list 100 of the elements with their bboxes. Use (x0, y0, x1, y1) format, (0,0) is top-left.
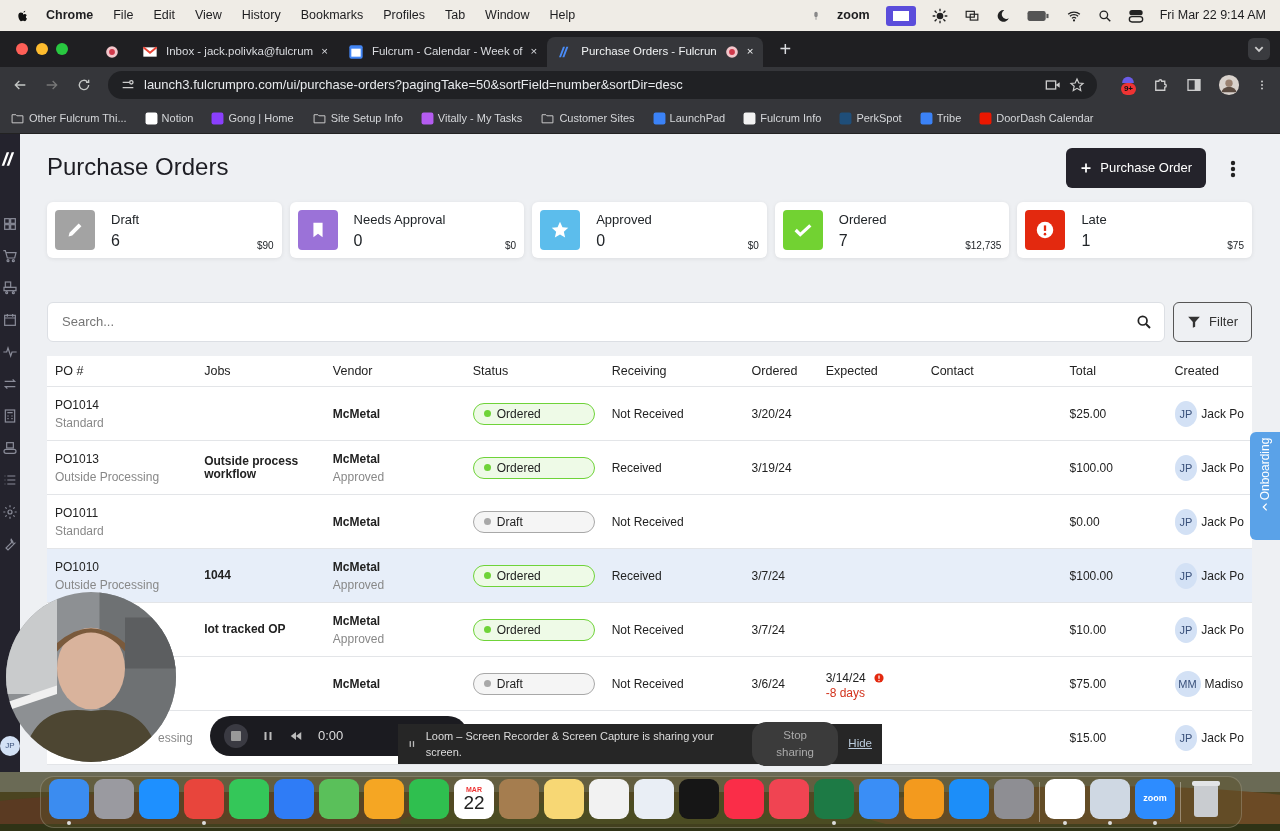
bookmark[interactable]: Gong | Home (211, 109, 294, 127)
moon-icon[interactable] (995, 8, 1010, 23)
status-card[interactable]: Ordered 7 $12,735 (774, 201, 1010, 258)
stop-icon[interactable] (224, 724, 248, 748)
filter-button[interactable]: Filter (1173, 301, 1252, 342)
rewind-icon[interactable] (288, 729, 304, 743)
column-header[interactable]: Receiving (603, 355, 744, 387)
menu-item[interactable]: View (194, 6, 222, 25)
app-icon[interactable] (319, 779, 359, 819)
menu-item[interactable]: Window (485, 6, 530, 25)
bookmark[interactable]: LaunchPad (652, 109, 726, 127)
clock[interactable]: Fri Mar 22 9:14 AM (1159, 6, 1266, 25)
search-input[interactable]: Search... (60, 310, 1137, 333)
camera-icon[interactable] (1044, 77, 1061, 93)
column-header[interactable]: Vendor (324, 355, 465, 387)
battery-icon[interactable] (1025, 8, 1050, 23)
machine-icon[interactable] (2, 280, 18, 296)
search-icon[interactable] (1097, 8, 1112, 23)
star-icon[interactable] (1068, 77, 1085, 93)
pulse-icon[interactable] (2, 344, 18, 360)
column-header[interactable]: PO # (47, 355, 197, 387)
column-header[interactable]: Ordered (743, 355, 818, 387)
column-header[interactable]: Contact (922, 355, 1062, 387)
bookmark[interactable]: Site Setup Info (311, 109, 403, 127)
browser-tab[interactable]: Purchase Orders - Fulcrun × (547, 37, 764, 67)
maximize-button[interactable] (56, 43, 68, 55)
close-button[interactable]: × (530, 43, 538, 61)
menu-item[interactable]: Bookmarks (300, 6, 364, 25)
app-icon[interactable] (229, 779, 269, 819)
calculator-icon[interactable] (2, 408, 18, 424)
chevron-down-icon[interactable] (1248, 38, 1270, 60)
app-name[interactable]: Chrome (46, 6, 94, 25)
status-card[interactable]: Approved 0 $0 (532, 201, 767, 258)
reload-icon[interactable] (76, 77, 92, 93)
close-button[interactable]: × (746, 43, 754, 61)
control-center-icon[interactable] (1127, 7, 1144, 24)
side-panel-icon[interactable] (1186, 77, 1202, 93)
new-purchase-order-button[interactable]: Purchase Order (1066, 148, 1206, 188)
brightness-icon[interactable] (931, 7, 948, 24)
menu-item[interactable]: History (241, 6, 281, 25)
table-row[interactable]: PO1013 Outside Processing Outside process workflow McMetal Approved Ordered Received 3/19/24 $100.00 JP Jack Po (47, 440, 1252, 495)
status-card[interactable]: Draft 6 $90 (47, 201, 282, 258)
app-icon[interactable] (634, 779, 674, 819)
cart-icon[interactable] (2, 248, 18, 264)
minimize-button[interactable] (36, 43, 48, 55)
new-tab-button[interactable]: + (779, 34, 792, 64)
puzzle-icon[interactable] (1152, 76, 1170, 94)
column-header[interactable]: Total (1061, 355, 1167, 387)
bookmark[interactable]: Notion (144, 109, 194, 127)
bookmark[interactable]: Vitally - My Tasks (420, 109, 523, 127)
app-icon[interactable] (409, 779, 449, 819)
menu-item[interactable]: File (113, 6, 134, 25)
bookmark[interactable]: Other Fulcrum Thi... (10, 109, 127, 127)
app-icon[interactable] (364, 779, 404, 819)
table-row[interactable]: PO1010 Outside Processing 1044 McMetal Approved Ordered Received 3/7/24 $100.00 JP Jack Po (47, 548, 1252, 603)
settings-icon[interactable] (2, 504, 18, 520)
wifi-icon[interactable] (1065, 8, 1082, 23)
browser-tab[interactable]: Fulcrum - Calendar - Week of × (337, 37, 548, 67)
bookmark[interactable]: Fulcrum Info (743, 109, 822, 127)
close-button[interactable]: × (321, 43, 328, 61)
menu-item[interactable]: Profiles (383, 6, 425, 25)
search-field[interactable]: Search... (47, 301, 1166, 342)
zoom-status[interactable]: zoom (837, 6, 870, 25)
bookmark[interactable]: PerkSpot (839, 109, 902, 127)
pause-icon[interactable] (262, 729, 274, 743)
bookmark[interactable]: Customer Sites (540, 109, 635, 127)
column-header[interactable]: Jobs (196, 355, 325, 387)
status-card[interactable]: Needs Approval 0 $0 (289, 201, 525, 258)
app-icon[interactable] (544, 779, 584, 819)
screen-share-icon[interactable] (885, 5, 916, 26)
creator-name: Jack Po (1201, 567, 1244, 585)
menu-item[interactable]: Help (549, 6, 576, 25)
column-header[interactable]: Expected (817, 355, 923, 387)
stop-sharing-button[interactable]: Stop sharing (751, 721, 839, 767)
table-row[interactable]: PO1014 Standard McMetal Ordered Not Received 3/20/24 $25.00 JP Jack Po (47, 386, 1252, 441)
display-icon[interactable] (963, 8, 980, 23)
more-icon[interactable] (1230, 159, 1236, 178)
conveyor-icon[interactable] (2, 440, 18, 456)
spark-icon[interactable] (1121, 75, 1136, 83)
bookmark[interactable]: DoorDash Calendar (979, 109, 1094, 127)
app-icon[interactable] (1090, 779, 1130, 819)
status-card[interactable]: Late 1 $75 (1017, 201, 1252, 258)
menu-item[interactable]: Tab (444, 6, 466, 25)
close-button[interactable] (16, 43, 28, 55)
menu-item[interactable]: Edit (153, 6, 175, 25)
column-header[interactable]: Status (464, 355, 604, 387)
column-header[interactable]: Created (1166, 355, 1252, 387)
hide-link[interactable]: Hide (848, 735, 872, 753)
bookmark[interactable]: Tribe (919, 109, 962, 127)
user-avatar[interactable]: JP (0, 736, 20, 756)
app-icon[interactable] (1045, 779, 1085, 819)
app-icon[interactable] (589, 779, 629, 819)
table-row[interactable]: PO1011 Standard McMetal Draft Not Received $0.00 JP Jack Po (47, 494, 1252, 549)
browser-tab[interactable]: Inbox - jack.polivka@fulcrum × (132, 37, 338, 67)
calendar-icon[interactable] (2, 312, 18, 328)
avatar[interactable] (1218, 74, 1240, 96)
swap-icon[interactable] (2, 376, 18, 392)
app-icon[interactable] (904, 779, 944, 819)
grid-icon[interactable] (2, 216, 18, 232)
app-icon[interactable] (94, 779, 134, 819)
